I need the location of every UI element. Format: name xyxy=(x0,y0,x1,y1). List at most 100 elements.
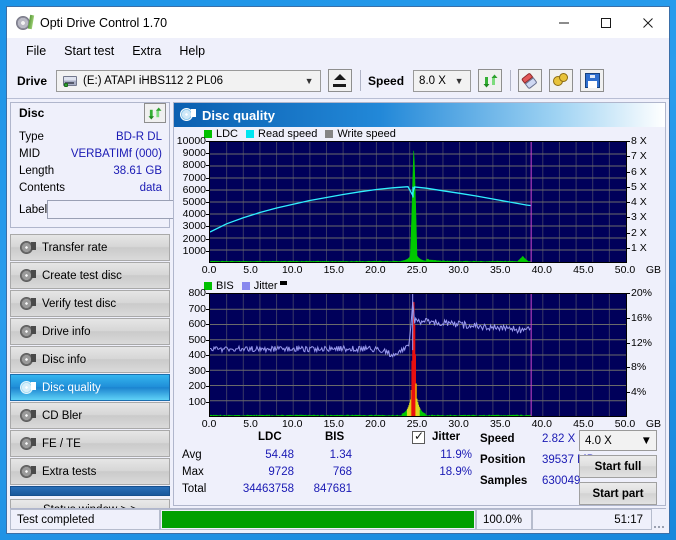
jitter-checkbox[interactable]: ✓ xyxy=(412,430,425,444)
sidebar-item-label: FE / TE xyxy=(42,437,81,450)
axis-tick-label: 6000 xyxy=(182,183,206,196)
start-part-button[interactable]: Start part xyxy=(579,482,657,505)
gears-icon xyxy=(553,73,569,88)
disc-field-type: Type BD-R DL xyxy=(19,128,162,145)
disc-field-contents-value: data xyxy=(139,181,162,194)
menu-item-file[interactable]: File xyxy=(17,42,55,60)
menu-item-start-test[interactable]: Start test xyxy=(55,42,123,60)
disc-quality-icon xyxy=(180,108,196,122)
toolbar-divider-2 xyxy=(510,70,512,91)
sidebar-item-drive-info[interactable]: Drive info xyxy=(10,318,170,345)
menu-item-extra[interactable]: Extra xyxy=(123,42,170,60)
sidebar-item-extra-tests[interactable]: Extra tests xyxy=(10,458,170,485)
erase-button[interactable] xyxy=(518,69,543,92)
chart-bis-plot xyxy=(209,293,627,417)
axis-tick-label: 1000 xyxy=(182,244,206,257)
disc-label-key: Label xyxy=(19,203,48,216)
sidebar-item-fe-te[interactable]: FE / TE xyxy=(10,430,170,457)
disc-field-contents-key: Contents xyxy=(19,181,66,194)
chevron-down-icon: ▼ xyxy=(640,434,652,447)
disc-refresh-button[interactable] xyxy=(144,103,166,123)
nav-list: Transfer rate Create test disc Verify te… xyxy=(10,234,170,521)
stats-row-label-max: Max xyxy=(182,466,204,478)
desktop-background: Opti Drive Control 1.70 File Start test … xyxy=(0,0,676,540)
disc-label-row: Label xyxy=(19,199,257,220)
chart-ldc-y-axis-left: 10000 9000 8000 7000 6000 5000 4000 3000 2000 100… xyxy=(176,135,209,263)
axis-tick-label: 10000 xyxy=(176,135,206,147)
stats-bis-total: 847681 xyxy=(313,483,352,495)
axis-tick-label: 5000 xyxy=(182,196,206,208)
charts-area: LDC Read speed Write speed 10000 9000 80… xyxy=(174,127,665,430)
window-title: Opti Drive Control 1.70 xyxy=(40,15,168,30)
axis-tick-label: 35.0 xyxy=(489,264,511,276)
legend-swatch-read-speed xyxy=(246,130,255,138)
maximize-button[interactable] xyxy=(585,7,627,38)
sidebar-item-create-test-disc[interactable]: Create test disc xyxy=(10,262,170,289)
refresh-button[interactable] xyxy=(478,69,503,92)
minimize-button[interactable] xyxy=(543,7,585,38)
legend-label-ldc: LDC xyxy=(216,128,239,140)
disc-test-icon xyxy=(19,324,36,339)
start-full-button[interactable]: Start full xyxy=(579,455,657,478)
speed-select[interactable]: 8.0 X ▼ xyxy=(413,69,472,92)
save-button[interactable] xyxy=(580,69,605,92)
stats-header-ldc: LDC xyxy=(258,431,282,443)
axis-tick-label: 30.0 xyxy=(448,264,469,276)
axis-tick-label: 20% xyxy=(631,287,653,299)
axis-tick-label: 8000 xyxy=(182,159,206,172)
app-icon xyxy=(16,14,35,31)
stats-ldc-avg: 54.48 xyxy=(265,449,294,461)
speed-label: Speed xyxy=(368,73,405,88)
disc-field-type-value: BD-R DL xyxy=(115,130,162,143)
axis-tick xyxy=(627,247,630,249)
legend-entry-jitter: Jitter xyxy=(241,280,287,292)
stats-jitter-max: 18.9% xyxy=(439,466,472,478)
menu-item-help[interactable]: Help xyxy=(170,42,214,60)
chart-ldc-plotrow: 10000 9000 8000 7000 6000 5000 4000 3000 2000 100… xyxy=(176,135,663,263)
legend-entry-ldc: LDC xyxy=(204,128,238,140)
settings-button[interactable] xyxy=(549,69,574,92)
axis-tick-label: 0.0 xyxy=(201,264,217,276)
chart-bis-plotrow: 800 700 600 500 400 300 200 100 20% 16% 12% 8% 4% xyxy=(176,287,663,417)
eject-button[interactable] xyxy=(328,69,353,92)
axis-tick xyxy=(627,156,630,158)
axis-tick-label: 400 xyxy=(188,349,206,361)
axis-tick-label: 3000 xyxy=(182,220,206,233)
drive-select[interactable]: (E:) ATAPI iHBS112 2 PL06 ▼ xyxy=(56,69,322,92)
stats-header-bis: BIS xyxy=(325,431,345,443)
disc-test-icon xyxy=(19,296,36,311)
title-bar: Opti Drive Control 1.70 xyxy=(7,7,669,38)
sidebar-item-cd-bler[interactable]: CD Bler xyxy=(10,402,170,429)
disc-info-panel: Type BD-R DL MID VERBATIMf (000) Length … xyxy=(10,123,257,228)
axis-tick-label: 4 X xyxy=(631,196,647,208)
progress-bar-fill xyxy=(162,511,474,528)
disc-field-mid-value: VERBATIMf (000) xyxy=(70,147,162,160)
sidebar-item-verify-test-disc[interactable]: Verify test disc xyxy=(10,290,170,317)
resize-grip[interactable] xyxy=(652,509,666,530)
axis-tick-label: 6 X xyxy=(631,165,647,178)
chevron-down-icon: ▼ xyxy=(304,75,314,86)
axis-tick-label: 200 xyxy=(188,380,206,392)
axis-tick-label: 2000 xyxy=(182,232,206,245)
stats-bis-max: 768 xyxy=(332,466,352,478)
chevron-down-icon: ▼ xyxy=(454,75,464,86)
close-button[interactable] xyxy=(627,7,669,38)
sidebar-item-disc-quality[interactable]: Disc quality xyxy=(10,374,170,401)
test-speed-select[interactable]: 4.0 X ▼ xyxy=(579,430,657,451)
refresh-icon xyxy=(148,106,162,120)
axis-tick xyxy=(627,171,630,173)
drive-label: Drive xyxy=(17,73,48,88)
axis-tick-label: 45.0 xyxy=(573,264,594,276)
stats-speed-value: 2.82 X xyxy=(542,433,576,445)
sidebar-item-disc-info[interactable]: Disc info xyxy=(10,346,170,373)
content-header: Disc quality xyxy=(174,103,665,127)
axis-tick-label: 3 X xyxy=(631,211,647,224)
menu-bar: File Start test Extra Help xyxy=(7,38,669,63)
disc-field-contents: Contents data xyxy=(19,179,162,196)
axis-tick-label: 2 X xyxy=(631,226,647,239)
axis-tick-label: 4000 xyxy=(182,208,206,221)
drive-select-value: (E:) ATAPI iHBS112 2 PL06 xyxy=(83,74,224,87)
axis-tick xyxy=(627,293,630,294)
sidebar-item-transfer-rate[interactable]: Transfer rate xyxy=(10,234,170,261)
stats-samples-value: 630049 xyxy=(542,475,581,487)
